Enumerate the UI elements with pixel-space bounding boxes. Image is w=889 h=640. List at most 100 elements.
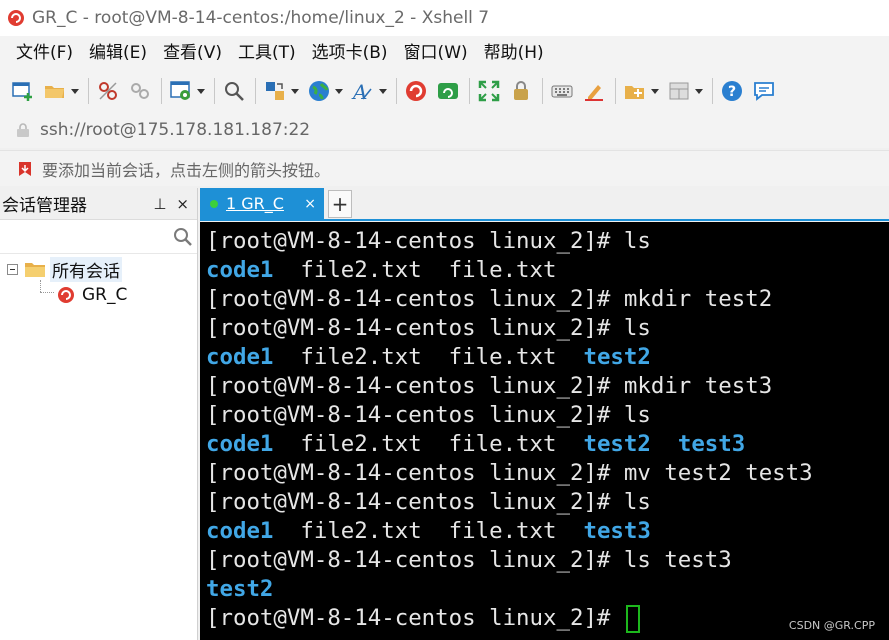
globe-dropdown-icon[interactable] (334, 78, 344, 104)
terminal-line: code1 file2.txt file.txt test2 (206, 343, 889, 372)
directory-name: test2 (583, 344, 651, 370)
globe-icon[interactable] (306, 78, 332, 104)
tree-folder-all-sessions[interactable]: 所有会话 (0, 256, 197, 282)
directory-name: test3 (583, 518, 651, 544)
toolbar-separator (255, 78, 256, 104)
transfer-icon[interactable] (262, 78, 288, 104)
xshell-session-icon (58, 287, 74, 303)
close-icon[interactable]: × (176, 195, 189, 213)
tree-folder-label: 所有会话 (50, 256, 122, 282)
pin-icon[interactable]: ⊥ (153, 195, 166, 213)
open-folder-icon[interactable] (42, 78, 68, 104)
window-title: GR_C - root@VM-8-14-centos:/home/linux_2… (32, 8, 490, 28)
session-manager-header: 会话管理器 ⊥ × (0, 188, 197, 220)
xshell-icon[interactable] (403, 78, 429, 104)
menu-tools[interactable]: 工具(T) (230, 38, 304, 68)
menu-file[interactable]: 文件(F) (8, 38, 81, 68)
new-session-icon[interactable] (10, 78, 36, 104)
terminal-text: file2.txt file.txt (273, 518, 584, 544)
watermark: CSDN @GR.CPP (788, 619, 875, 632)
terminal-text: file2.txt file.txt (273, 431, 584, 457)
transfer-dropdown-icon[interactable] (290, 78, 300, 104)
xftp-icon[interactable] (435, 78, 461, 104)
directory-name: code1 (206, 344, 274, 370)
directory-name: test2 (583, 431, 651, 457)
connected-status-icon (210, 199, 218, 208)
open-dropdown-icon[interactable] (70, 78, 80, 104)
terminal-text: [root@VM-8-14-centos linux_2]# ls (206, 315, 651, 341)
terminal-text: [root@VM-8-14-centos linux_2]# mkdir tes… (206, 286, 773, 312)
tab-close-icon[interactable]: × (304, 196, 316, 212)
lock-icon (17, 123, 29, 137)
help-icon[interactable]: ? (719, 78, 745, 104)
fullscreen-icon[interactable] (476, 78, 502, 104)
chat-icon[interactable] (751, 78, 777, 104)
tab-gr-c[interactable]: 1 GR_C × (200, 188, 324, 219)
terminal-line: [root@VM-8-14-centos linux_2]# ls (206, 227, 889, 256)
terminal-line: [root@VM-8-14-centos linux_2]# ls (206, 488, 889, 517)
toolbar-separator (214, 78, 215, 104)
toolbar-separator (161, 78, 162, 104)
toolbar-separator (542, 78, 543, 104)
menu-window[interactable]: 窗口(W) (396, 38, 476, 68)
terminal-line: test2 (206, 575, 889, 604)
search-icon[interactable] (173, 227, 193, 247)
lock-icon[interactable] (508, 78, 534, 104)
bookmark-arrow-icon[interactable] (16, 160, 34, 178)
address-bar: ssh://root@175.178.181.187:22 (0, 112, 889, 148)
tree-connector-line (40, 292, 54, 293)
svg-text:?: ? (728, 84, 736, 100)
layout-icon[interactable] (666, 78, 692, 104)
find-icon[interactable] (221, 78, 247, 104)
terminal-text: file2.txt file.txt (273, 344, 584, 370)
directory-name: code1 (206, 431, 274, 457)
terminal-line: code1 file2.txt file.txt (206, 256, 889, 285)
disconnect-icon[interactable] (95, 78, 121, 104)
toolbar-separator (712, 78, 713, 104)
terminal[interactable]: [root@VM-8-14-centos linux_2]# ls code1 f… (200, 222, 889, 640)
layout-dropdown-icon[interactable] (694, 78, 704, 104)
folder-icon (25, 263, 45, 277)
terminal-line: code1 file2.txt file.txt test3 (206, 517, 889, 546)
highlight-icon[interactable] (581, 78, 607, 104)
toolbar: A ? (0, 70, 889, 112)
directory-name: code1 (206, 518, 274, 544)
session-search-row (0, 220, 197, 254)
terminal-line: [root@VM-8-14-centos linux_2]# mv test2 … (206, 459, 889, 488)
collapse-icon[interactable] (7, 263, 18, 275)
new-tab-button[interactable]: + (328, 190, 352, 218)
tab-bar: 1 GR_C × + (200, 188, 889, 221)
address-text: ssh://root@175.178.181.187:22 (40, 120, 311, 140)
compose-icon[interactable] (622, 78, 648, 104)
directory-name: test2 (206, 576, 274, 602)
terminal-text: [root@VM-8-14-centos linux_2]# ls (206, 402, 651, 428)
menu-tabs[interactable]: 选项卡(B) (304, 38, 396, 68)
terminal-text: file2.txt file.txt (273, 257, 557, 283)
terminal-line: [root@VM-8-14-centos linux_2]# ls test3 (206, 546, 889, 575)
reconnect-icon[interactable] (127, 78, 153, 104)
menu-view[interactable]: 查看(V) (155, 38, 230, 68)
menu-help[interactable]: 帮助(H) (476, 38, 552, 68)
address-field[interactable]: ssh://root@175.178.181.187:22 (16, 115, 876, 145)
terminal-text: [root@VM-8-14-centos linux_2]# ls (206, 228, 651, 254)
xshell-logo-icon (8, 10, 24, 26)
terminal-line: [root@VM-8-14-centos linux_2]# (206, 604, 889, 633)
terminal-line: [root@VM-8-14-centos linux_2]# ls (206, 314, 889, 343)
terminal-text: [root@VM-8-14-centos linux_2]# mv test2 … (206, 460, 813, 486)
font-icon[interactable]: A (350, 78, 376, 104)
tree-session-gr-c[interactable]: GR_C (0, 282, 197, 308)
session-manager-title: 会话管理器 (2, 196, 87, 216)
properties-icon[interactable] (168, 78, 194, 104)
menu-bar: 文件(F) 编辑(E) 查看(V) 工具(T) 选项卡(B) 窗口(W) 帮助(… (0, 36, 889, 70)
terminal-line: code1 file2.txt file.txt test2 test3 (206, 430, 889, 459)
compose-dropdown-icon[interactable] (650, 78, 660, 104)
keyboard-icon[interactable] (549, 78, 575, 104)
menu-edit[interactable]: 编辑(E) (81, 38, 155, 68)
terminal-line: [root@VM-8-14-centos linux_2]# mkdir tes… (206, 285, 889, 314)
terminal-text: [root@VM-8-14-centos linux_2]# ls test3 (206, 547, 732, 573)
properties-dropdown-icon[interactable] (196, 78, 206, 104)
toolbar-separator (396, 78, 397, 104)
font-dropdown-icon[interactable] (378, 78, 388, 104)
hint-bar: 要添加当前会话，点击左侧的箭头按钮。 (0, 150, 889, 186)
